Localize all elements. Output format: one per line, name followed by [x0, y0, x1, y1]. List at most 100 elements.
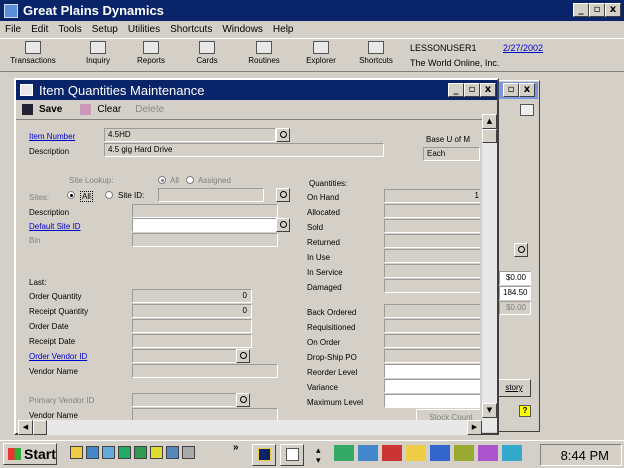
window-icon	[20, 84, 33, 96]
sites-all-radio[interactable]	[67, 191, 75, 199]
site-lookup-icon[interactable]	[276, 188, 290, 202]
help-icon[interactable]: ?	[519, 405, 531, 417]
menu-shortcuts[interactable]: Shortcuts	[165, 24, 217, 35]
menu-file[interactable]: File	[0, 24, 26, 35]
bg-value-3: $0.00	[499, 301, 531, 315]
inquiry-button[interactable]: Inquiry	[80, 41, 116, 65]
clear-button[interactable]: Clear	[97, 104, 121, 115]
bg-value-2: 184.50	[499, 286, 531, 300]
scroll-right-icon[interactable]: ▶	[467, 420, 482, 435]
explorer-button[interactable]: Explorer	[302, 41, 340, 65]
close-button[interactable]: x	[605, 3, 621, 17]
item-number-field[interactable]: 4.5HD	[104, 128, 276, 142]
maximum-level-field[interactable]	[384, 394, 480, 408]
reports-button[interactable]: Reports	[133, 41, 169, 65]
delete-button[interactable]: Delete	[135, 104, 164, 115]
quicklaunch-icon-4[interactable]	[118, 446, 131, 459]
drop-ship-po-field	[384, 349, 480, 363]
bg-lookup-icon[interactable]	[514, 243, 528, 257]
system-tray-icons[interactable]	[334, 445, 534, 461]
receipt-quantity-field: 0	[132, 304, 252, 318]
menu-utilities[interactable]: Utilities	[123, 24, 165, 35]
iqm-close-button[interactable]: x	[480, 83, 496, 97]
horizontal-scrollbar[interactable]: ◀ ▶	[18, 420, 482, 435]
routines-icon	[256, 41, 272, 54]
windows-logo-icon	[8, 448, 21, 460]
start-button[interactable]: Start	[3, 443, 57, 465]
item-number-label[interactable]: Item Number	[29, 132, 75, 141]
site-id-label: Site ID:	[118, 191, 145, 200]
lookup-assigned-radio[interactable]	[186, 176, 194, 184]
hscroll-thumb[interactable]	[33, 420, 47, 435]
bg-restore-button[interactable]: ▫	[503, 83, 519, 97]
explorer-icon	[313, 41, 329, 54]
clock: 8:44 PM	[560, 447, 609, 463]
vertical-scrollbar[interactable]: ▲ ▼	[482, 114, 497, 432]
sites-label: Sites:	[29, 193, 50, 202]
iqm-minimize-button[interactable]: _	[448, 83, 464, 97]
damaged-field	[384, 279, 480, 293]
iqm-toolbar: Save Clear Delete	[16, 100, 497, 120]
on-hand-field: 1	[384, 189, 480, 203]
magnifier-icon	[90, 41, 106, 54]
back-ordered-label: Back Ordered	[307, 308, 357, 317]
order-vendor-lookup-icon[interactable]	[236, 349, 250, 363]
quicklaunch-icon-3[interactable]	[102, 446, 115, 459]
lookup-all-radio[interactable]	[158, 176, 166, 184]
quicklaunch-icon-6[interactable]	[150, 446, 163, 459]
primary-vendor-field	[132, 393, 238, 407]
restore-button[interactable]: ▫	[589, 3, 605, 17]
default-site-field[interactable]	[132, 218, 278, 232]
scroll-down-icon[interactable]: ▼	[482, 403, 497, 418]
back-ordered-field	[384, 304, 480, 318]
quicklaunch-icon-8[interactable]	[182, 446, 195, 459]
menu-help[interactable]: Help	[268, 24, 299, 35]
save-button[interactable]: Save	[39, 104, 62, 115]
quicklaunch-icon-1[interactable]	[70, 446, 83, 459]
default-site-label[interactable]: Default Site ID	[29, 222, 81, 231]
site-description-label: Description	[29, 208, 70, 217]
drop-ship-po-label: Drop-Ship PO	[307, 353, 357, 362]
bg-close-button[interactable]: x	[519, 83, 535, 97]
quicklaunch-icon-2[interactable]	[86, 446, 99, 459]
transactions-button[interactable]: Transactions	[8, 41, 58, 65]
history-button[interactable]: story	[497, 379, 531, 397]
variance-field[interactable]	[384, 379, 480, 393]
order-vendor-field	[132, 349, 238, 363]
shortcuts-button[interactable]: Shortcuts	[356, 41, 396, 65]
menu-tools[interactable]: Tools	[53, 24, 86, 35]
quantities-label: Quantities:	[309, 179, 348, 188]
scroll-left-icon[interactable]: ◀	[18, 420, 33, 435]
item-lookup-icon[interactable]	[276, 128, 290, 142]
last-label: Last:	[29, 278, 47, 287]
primary-vendor-lookup-icon[interactable]	[236, 393, 250, 407]
more-icon[interactable]: »	[233, 442, 239, 453]
order-vendor-label[interactable]: Order Vendor ID	[29, 352, 87, 361]
menu-edit[interactable]: Edit	[26, 24, 53, 35]
cards-button[interactable]: Cards	[190, 41, 224, 65]
menu-windows[interactable]: Windows	[217, 24, 268, 35]
tray-arrows-icon[interactable]: ▴ ▾	[316, 445, 321, 465]
default-site-lookup-icon[interactable]	[276, 218, 290, 232]
scroll-thumb[interactable]	[482, 129, 497, 143]
quicklaunch-icon-7[interactable]	[166, 446, 179, 459]
taskbar-app-button-1[interactable]	[252, 444, 276, 466]
site-id-field[interactable]	[158, 188, 264, 202]
minimize-button[interactable]: _	[573, 3, 589, 17]
quicklaunch-icon-5[interactable]	[134, 446, 147, 459]
menu-setup[interactable]: Setup	[87, 24, 123, 35]
taskbar-app-button-2[interactable]	[280, 444, 304, 466]
user-date-link[interactable]: 2/27/2002	[503, 43, 543, 53]
receipt-date-field	[132, 334, 252, 348]
on-order-field	[384, 334, 480, 348]
allocated-field	[384, 204, 480, 218]
allocated-label: Allocated	[307, 208, 340, 217]
routines-button[interactable]: Routines	[244, 41, 284, 65]
iqm-maximize-button[interactable]: ▫	[464, 83, 480, 97]
scroll-up-icon[interactable]: ▲	[482, 114, 497, 129]
site-id-radio[interactable]	[105, 191, 113, 199]
printer-icon[interactable]	[520, 104, 534, 116]
primary-vendor-label: Primary Vendor ID	[29, 396, 95, 405]
reorder-level-field[interactable]	[384, 364, 480, 378]
sites-all-label: All	[80, 191, 93, 202]
